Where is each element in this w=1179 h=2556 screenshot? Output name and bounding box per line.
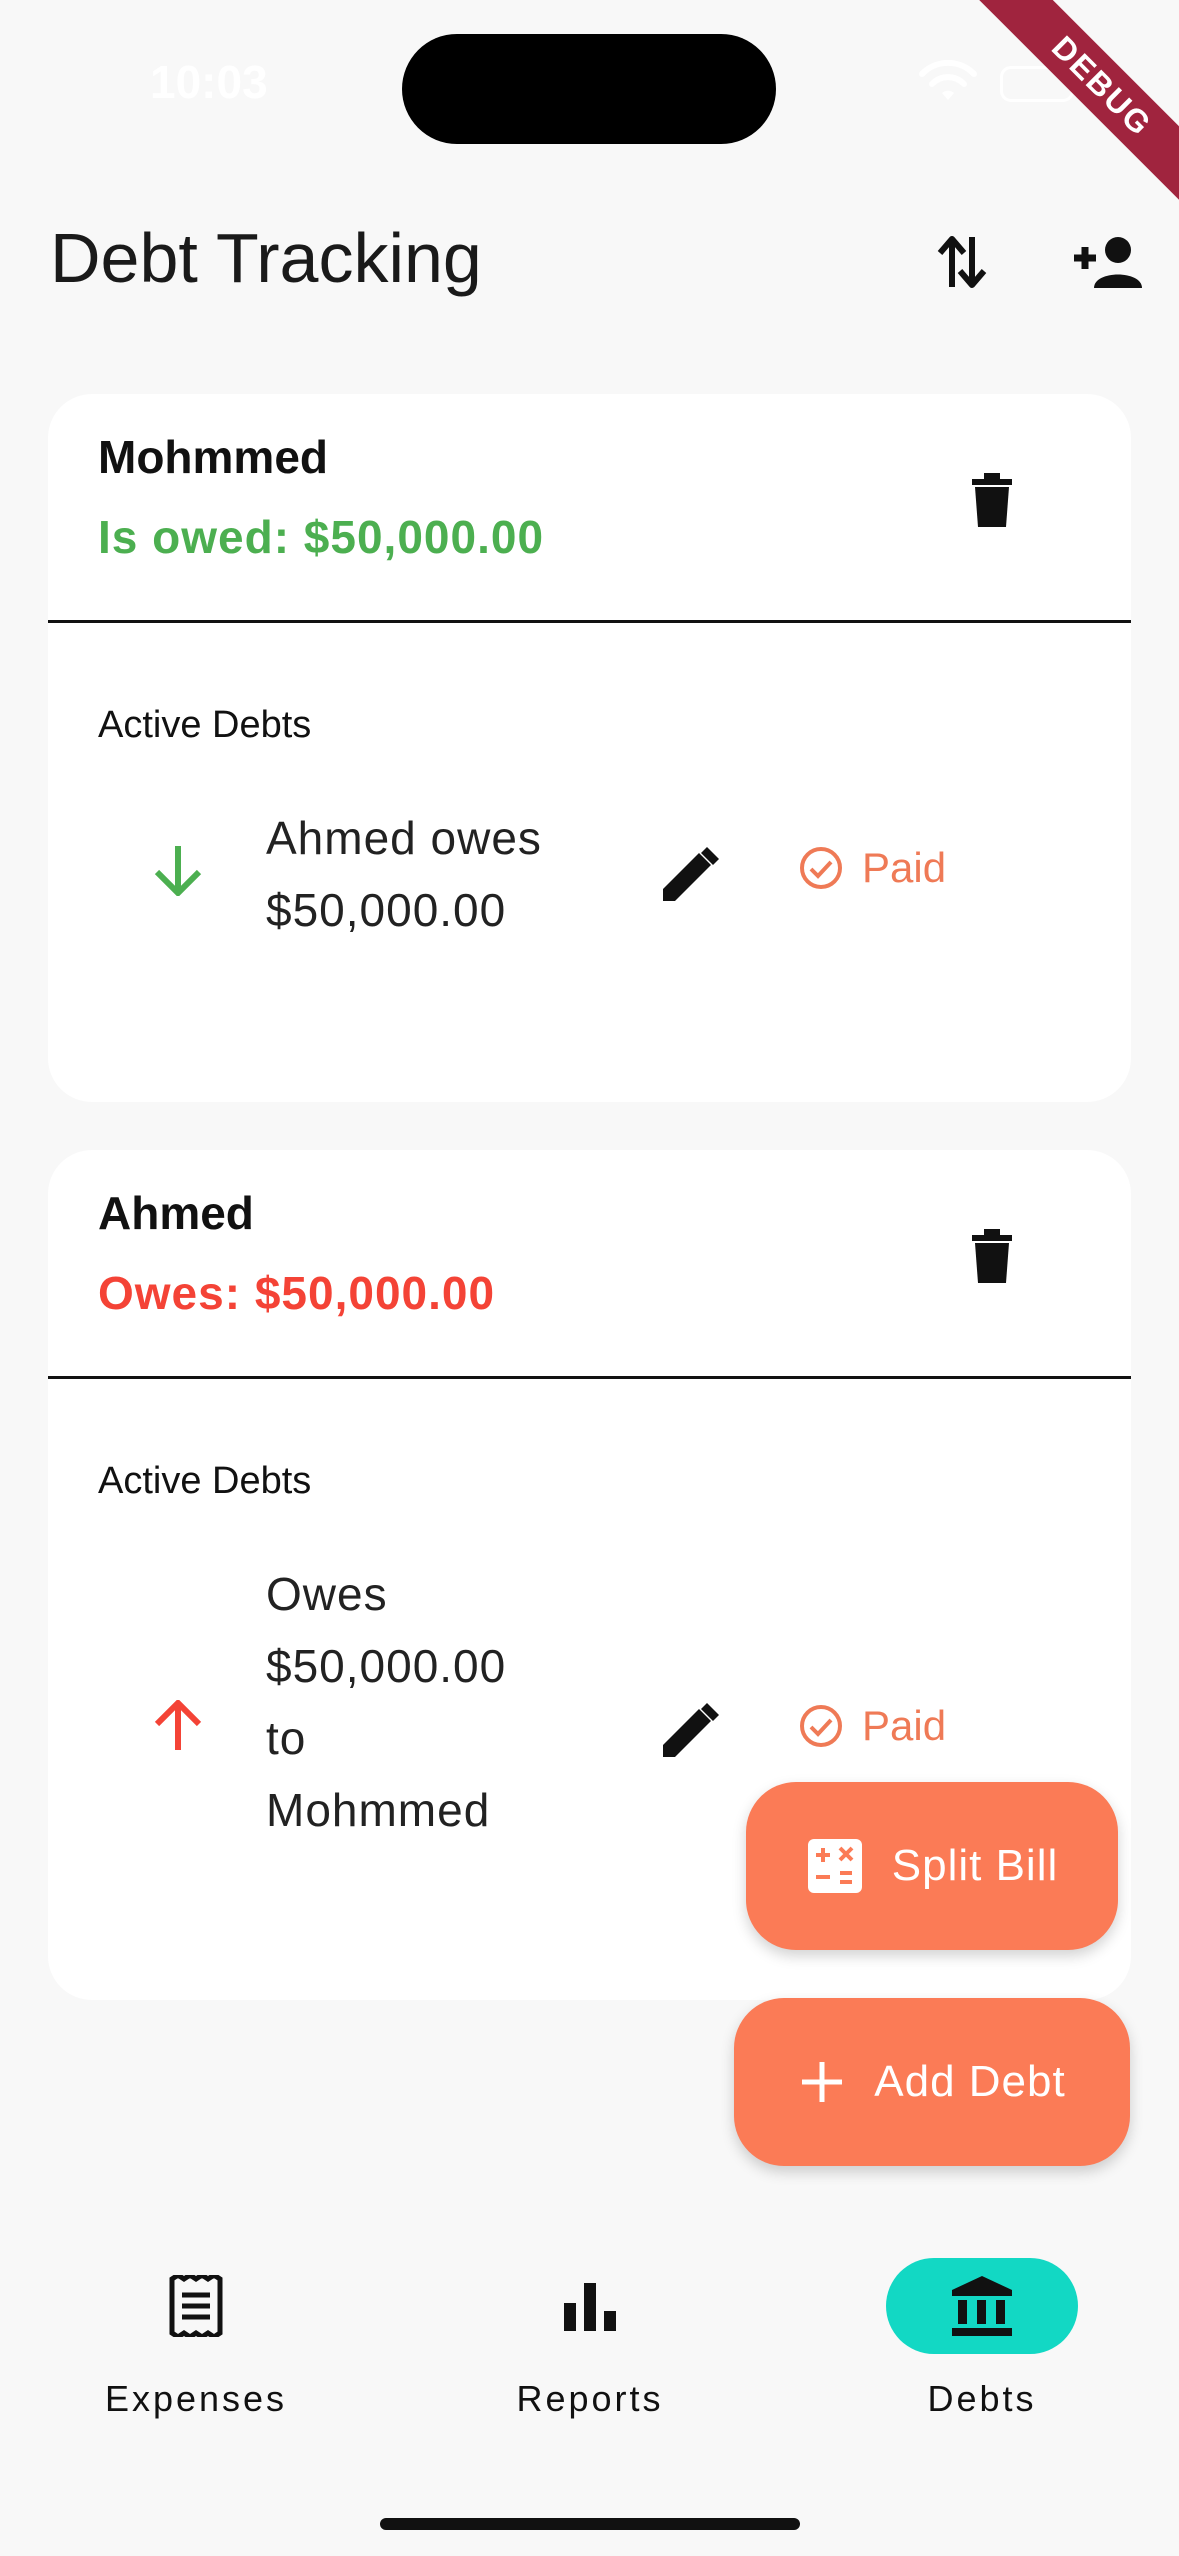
add-debt-button[interactable]: Add Debt	[734, 1998, 1130, 2166]
debt-line: Ahmed owes	[266, 812, 542, 864]
debt-line: $50,000.00	[266, 1640, 507, 1692]
receipt-icon	[169, 2275, 223, 2337]
nav-item-debts[interactable]: Debts	[832, 2258, 1132, 2420]
debt-line: Owes	[266, 1568, 388, 1620]
split-bill-button[interactable]: Split Bill	[746, 1782, 1118, 1950]
paid-label: Paid	[862, 844, 947, 891]
delete-icon[interactable]	[948, 456, 1036, 544]
active-debts-label: Active Debts	[98, 704, 312, 746]
debt-description: Ahmed owes $50,000.00	[266, 802, 542, 946]
mark-paid-button[interactable]: Paid	[798, 1702, 946, 1750]
debt-line: Mohmmed	[266, 1784, 491, 1836]
bank-icon	[952, 2276, 1012, 2336]
paid-label: Paid	[862, 1702, 947, 1749]
card-divider	[48, 620, 1131, 623]
card-divider	[48, 1376, 1131, 1379]
arrow-up-icon	[148, 1696, 208, 1756]
edit-icon[interactable]	[650, 1690, 730, 1770]
person-name: Mohmmed	[98, 431, 328, 483]
check-circle-icon	[800, 847, 842, 889]
nav-label: Expenses	[104, 2378, 288, 2419]
dynamic-island	[402, 34, 776, 144]
balance-owed: Is owed: $50,000.00	[98, 511, 545, 563]
person-name: Ahmed	[98, 1187, 254, 1239]
edit-icon[interactable]	[650, 834, 730, 914]
page-title: Debt Tracking	[50, 219, 482, 297]
debug-label: DEBUG	[966, 0, 1179, 222]
calculator-icon	[807, 1839, 862, 1893]
sort-swap-icon[interactable]	[922, 222, 1002, 302]
add-debt-label: Add Debt	[874, 2057, 1066, 2106]
delete-icon[interactable]	[948, 1212, 1036, 1300]
status-time: 10:03	[150, 56, 268, 108]
debug-banner: DEBUG	[939, 0, 1179, 240]
bar-chart-icon	[564, 2283, 616, 2331]
nav-item-reports[interactable]: Reports	[440, 2258, 740, 2420]
nav-item-expenses[interactable]: Expenses	[46, 2258, 346, 2420]
debt-line: to	[266, 1712, 307, 1764]
add-person-icon[interactable]	[1066, 222, 1150, 302]
arrow-down-icon	[148, 840, 208, 900]
plus-icon	[802, 2062, 843, 2102]
check-circle-icon	[800, 1705, 842, 1747]
debt-line: $50,000.00	[266, 884, 507, 936]
split-bill-label: Split Bill	[891, 1841, 1059, 1890]
active-debts-label: Active Debts	[98, 1460, 312, 1502]
home-indicator	[380, 2518, 800, 2530]
nav-label: Reports	[516, 2378, 664, 2419]
balance-owes: Owes: $50,000.00	[98, 1267, 496, 1319]
mark-paid-button[interactable]: Paid	[798, 844, 946, 892]
person-card-mohmmed: Mohmmed Is owed: $50,000.00 Active Debts…	[48, 394, 1131, 1102]
debt-description: Owes $50,000.00 to Mohmmed	[266, 1558, 506, 1846]
nav-label: Debts	[927, 2378, 1037, 2419]
